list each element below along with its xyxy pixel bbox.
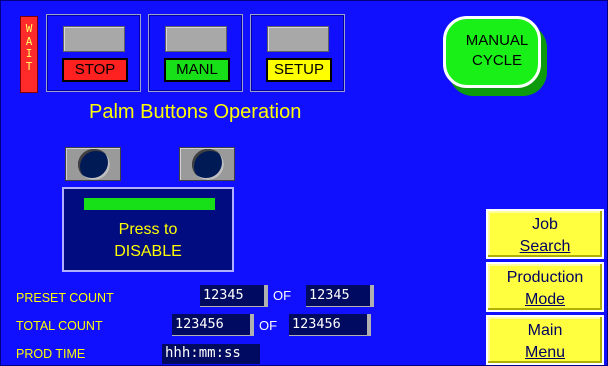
prod-time-field: hhh:mm:ss <box>162 344 260 364</box>
palm-status-bar <box>84 198 215 210</box>
production-mode-line2: Mode <box>524 291 566 308</box>
right-palm-button <box>179 147 235 181</box>
job-search-button[interactable]: Job Search <box>486 209 604 259</box>
preset-of-label: OF <box>273 288 292 303</box>
hmi-screen: W A I T STOP MANL SETUP MANUAL CYCLE Pal… <box>0 0 608 366</box>
main-menu-button[interactable]: Main Menu <box>486 315 604 365</box>
wait-letter: T <box>25 59 33 73</box>
manual-mode-box: MANL <box>148 14 243 92</box>
stop-mode-box: STOP <box>46 14 141 92</box>
total-of-label: OF <box>259 318 278 333</box>
job-search-line2: Search <box>519 238 571 255</box>
main-menu-line2: Menu <box>524 344 566 361</box>
production-mode-button[interactable]: Production Mode <box>486 262 604 312</box>
wait-letter: W <box>25 22 33 35</box>
preset-target-field[interactable]: 12345 <box>306 285 374 307</box>
production-mode-line1: Production <box>506 269 584 286</box>
manual-status-lamp <box>165 26 227 52</box>
left-palm-lamp-icon <box>78 149 110 180</box>
left-palm-button <box>65 147 121 181</box>
manual-cycle-label-line1: MANUAL <box>465 32 529 49</box>
manual-cycle-label: MANUAL CYCLE <box>454 31 540 71</box>
manual-cycle-button[interactable]: MANUAL CYCLE <box>443 16 541 88</box>
total-count-field[interactable]: 123456 <box>172 314 254 336</box>
page-title: Palm Buttons Operation <box>89 101 302 123</box>
stop-status-lamp <box>63 26 125 52</box>
palm-disable-button[interactable]: Press to DISABLE <box>62 187 234 272</box>
setup-mode-box: SETUP <box>250 14 345 92</box>
prod-time-label: PROD TIME <box>16 347 86 361</box>
job-search-line1: Job <box>532 216 558 233</box>
stop-button[interactable]: STOP <box>62 58 128 82</box>
manual-button[interactable]: MANL <box>164 58 230 82</box>
preset-count-label: PRESET COUNT <box>16 291 114 305</box>
wait-indicator: W A I T <box>20 16 38 93</box>
setup-status-lamp <box>267 26 329 52</box>
setup-button[interactable]: SETUP <box>266 58 332 82</box>
manual-cycle-control: MANUAL CYCLE <box>443 16 549 96</box>
manual-cycle-label-line2: CYCLE <box>471 52 523 69</box>
total-target-field[interactable]: 123456 <box>289 314 371 336</box>
wait-letter: I <box>25 47 33 60</box>
palm-disable-line2: DISABLE <box>114 243 182 260</box>
palm-disable-line1: Press to <box>118 221 178 238</box>
total-count-label: TOTAL COUNT <box>16 319 103 333</box>
right-palm-lamp-icon <box>192 149 224 180</box>
main-menu-line1: Main <box>527 322 563 339</box>
preset-count-field[interactable]: 12345 <box>200 285 268 307</box>
palm-disable-label: Press to DISABLE <box>64 219 232 263</box>
